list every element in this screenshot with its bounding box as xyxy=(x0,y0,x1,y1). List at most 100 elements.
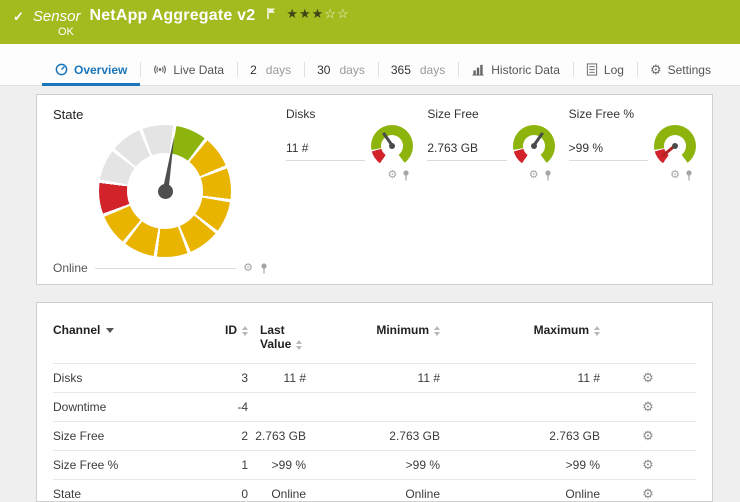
priority-stars[interactable]: ★★★☆☆ xyxy=(286,6,349,22)
dropdown-caret-icon xyxy=(106,328,114,333)
mini-gauge-label: Size Free % xyxy=(569,107,696,121)
tab-overview[interactable]: Overview xyxy=(42,56,140,86)
sort-icon xyxy=(242,326,248,336)
channel-id: -4 xyxy=(193,393,248,422)
channel-gear-icon[interactable]: ⚙ xyxy=(529,170,539,181)
sensor-header: ✓ Sensor NetApp Aggregate v2 ★★★☆☆ OK xyxy=(0,0,740,44)
log-document-icon xyxy=(586,63,598,76)
tab-label: Log xyxy=(604,63,624,77)
gauge-hub xyxy=(672,143,678,149)
channel-settings-icon[interactable]: ⚙ xyxy=(642,457,654,472)
channel-last-value: 2.763 GB xyxy=(248,422,306,451)
col-header-last-value[interactable]: Last Value xyxy=(248,319,306,364)
channel-id: 2 xyxy=(193,422,248,451)
mini-gauge-value: 11 # xyxy=(286,125,365,161)
channel-maximum: 11 # xyxy=(440,364,600,393)
pin-icon[interactable] xyxy=(685,170,693,181)
channels-table: Channel ID Last Value Minimum Maximum xyxy=(53,319,696,502)
gauge-hub xyxy=(389,143,395,149)
mini-gauge-size-free: Size Free 2.763 GB ⚙ xyxy=(427,107,554,181)
stars-filled-icon: ★★★ xyxy=(286,6,324,21)
channel-name[interactable]: Disks xyxy=(53,364,193,393)
channel-settings-icon[interactable]: ⚙ xyxy=(642,486,654,501)
col-header-actions xyxy=(600,319,696,364)
pin-icon[interactable] xyxy=(402,170,410,181)
historic-data-chart-icon xyxy=(471,63,485,76)
table-row: Size Free % 1 >99 % >99 % >99 % ⚙ xyxy=(53,451,696,480)
channel-id: 3 xyxy=(193,364,248,393)
channel-last-value: >99 % xyxy=(248,451,306,480)
channel-name[interactable]: Downtime xyxy=(53,393,193,422)
mini-gauge-value: 2.763 GB xyxy=(427,125,506,161)
sort-icon xyxy=(296,340,302,350)
mini-gauges-row: Disks 11 # ⚙ Size Free xyxy=(268,107,696,276)
channel-name[interactable]: Size Free % xyxy=(53,451,193,480)
channel-maximum xyxy=(440,393,600,422)
tab-historic-data[interactable]: Historic Data xyxy=(458,56,573,86)
mini-gauge-label: Disks xyxy=(286,107,413,121)
table-row: Disks 3 11 # 11 # 11 # ⚙ xyxy=(53,364,696,393)
tab-unit: days xyxy=(339,63,364,77)
tab-live-data[interactable]: Live Data xyxy=(140,56,237,86)
channel-settings-icon[interactable]: ⚙ xyxy=(642,399,654,414)
channel-gear-icon[interactable]: ⚙ xyxy=(387,170,397,181)
content-area: State Online ⚙ Disks 11 # xyxy=(0,86,740,502)
mini-gauge-size-free-pct: Size Free % >99 % ⚙ xyxy=(569,107,696,181)
channel-minimum: 2.763 GB xyxy=(306,422,440,451)
channel-minimum: 11 # xyxy=(306,364,440,393)
tab-30-days[interactable]: 30 days xyxy=(304,56,378,86)
channel-id: 0 xyxy=(193,480,248,502)
table-row: State 0 Online Online Online ⚙ xyxy=(53,480,696,502)
tab-label: 30 xyxy=(317,63,330,77)
channel-minimum: >99 % xyxy=(306,451,440,480)
pin-icon[interactable] xyxy=(544,170,552,181)
priority-flag-icon[interactable] xyxy=(266,7,277,20)
channel-settings-icon[interactable]: ⚙ xyxy=(642,428,654,443)
tab-365-days[interactable]: 365 days xyxy=(378,56,458,86)
channel-name[interactable]: State xyxy=(53,480,193,502)
col-header-channel[interactable]: Channel xyxy=(53,319,193,364)
channel-gear-icon[interactable]: ⚙ xyxy=(670,170,680,181)
col-header-id[interactable]: ID xyxy=(193,319,248,364)
state-gauge[interactable] xyxy=(99,125,231,257)
mini-gauge[interactable] xyxy=(371,125,413,167)
col-header-minimum[interactable]: Minimum xyxy=(306,319,440,364)
state-gauge-value: Online xyxy=(53,261,88,275)
channel-maximum: 2.763 GB xyxy=(440,422,600,451)
pin-icon[interactable] xyxy=(260,263,268,274)
channel-minimum xyxy=(306,393,440,422)
gauge-hub xyxy=(531,143,537,149)
tab-label: Historic Data xyxy=(491,63,560,77)
col-header-label: Last Value xyxy=(260,323,291,351)
live-data-icon xyxy=(153,63,167,76)
channel-name[interactable]: Size Free xyxy=(53,422,193,451)
mini-gauge-value: >99 % xyxy=(569,125,648,161)
col-header-label: ID xyxy=(225,323,237,337)
tab-label: 365 xyxy=(391,63,411,77)
channel-settings-icon[interactable]: ⚙ xyxy=(642,370,654,385)
state-gauge-label: State xyxy=(53,107,268,122)
stars-empty-icon: ☆☆ xyxy=(324,6,349,21)
status-ok-check-icon: ✓ xyxy=(13,10,24,23)
col-header-maximum[interactable]: Maximum xyxy=(440,319,600,364)
mini-gauge-disks: Disks 11 # ⚙ xyxy=(286,107,413,181)
tab-unit: days xyxy=(266,63,291,77)
overview-gauge-icon xyxy=(55,63,68,76)
table-row: Size Free 2 2.763 GB 2.763 GB 2.763 GB ⚙ xyxy=(53,422,696,451)
channel-gear-icon[interactable]: ⚙ xyxy=(243,263,253,274)
tab-settings[interactable]: ⚙ Settings xyxy=(637,56,724,86)
gauge-hub xyxy=(158,184,173,199)
channel-last-value: Online xyxy=(248,480,306,502)
mini-gauge[interactable] xyxy=(513,125,555,167)
tab-log[interactable]: Log xyxy=(573,56,637,86)
gauges-panel: State Online ⚙ Disks 11 # xyxy=(36,94,713,285)
channel-id: 1 xyxy=(193,451,248,480)
tab-2-days[interactable]: 2 days xyxy=(237,56,304,86)
channel-maximum: Online xyxy=(440,480,600,502)
tab-unit: days xyxy=(420,63,445,77)
table-row: Downtime -4 ⚙ xyxy=(53,393,696,422)
channel-maximum: >99 % xyxy=(440,451,600,480)
channel-last-value xyxy=(248,393,306,422)
tab-label: 2 xyxy=(250,63,257,77)
mini-gauge[interactable] xyxy=(654,125,696,167)
